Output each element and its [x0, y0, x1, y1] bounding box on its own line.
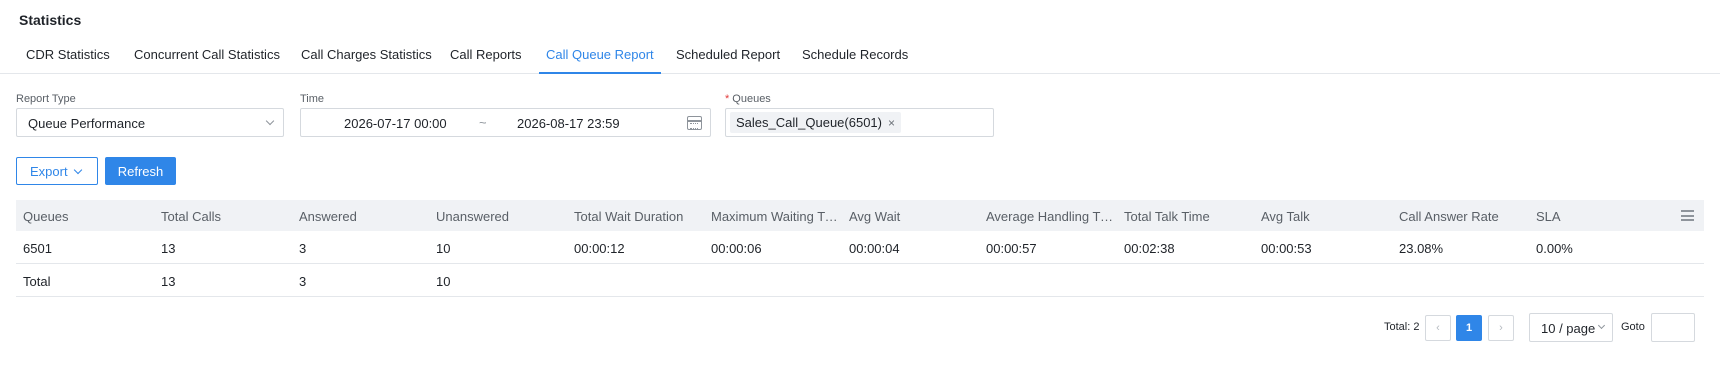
table-cell: 00:00:12 — [574, 241, 625, 256]
queue-tag: Sales_Call_Queue(6501) × — [730, 112, 901, 133]
queues-label-text: Queues — [732, 93, 771, 105]
table-cell: 00:00:06 — [711, 241, 762, 256]
tab-call-reports[interactable]: Call Reports — [450, 47, 522, 74]
column-header-total-talk-time: Total Talk Time — [1124, 209, 1210, 224]
table-cell: 00:00:57 — [986, 241, 1037, 256]
queues-label: * Queues — [725, 93, 771, 105]
export-button[interactable]: Export — [16, 157, 98, 185]
column-header-average-handling-time: Average Handling Time — [986, 209, 1114, 224]
table-cell: 0.00% — [1536, 241, 1573, 256]
page-number-1[interactable]: 1 — [1456, 315, 1482, 341]
time-range-separator: ~ — [479, 115, 487, 130]
table-cell: 00:00:53 — [1261, 241, 1312, 256]
tab-schedule-records[interactable]: Schedule Records — [802, 47, 908, 74]
column-header-answered: Answered — [299, 209, 357, 224]
table-cell: 10 — [436, 241, 451, 256]
goto-label: Goto — [1621, 321, 1645, 333]
table-cell: 00:00:04 — [849, 241, 900, 256]
export-button-label: Export — [30, 164, 68, 179]
table-cell: 00:02:38 — [1124, 241, 1175, 256]
table-cell: Total — [23, 274, 51, 289]
chevron-right-icon[interactable]: › — [1488, 315, 1514, 341]
column-settings-icon[interactable] — [1681, 210, 1694, 221]
required-mark: * — [725, 93, 730, 105]
report-type-label: Report Type — [16, 93, 76, 105]
calendar-icon[interactable] — [687, 116, 702, 130]
tab-call-charges-statistics[interactable]: Call Charges Statistics — [301, 47, 432, 74]
report-type-select[interactable]: Queue Performance — [16, 108, 284, 137]
tab-cdr-statistics[interactable]: CDR Statistics — [26, 47, 110, 74]
chevron-left-icon[interactable]: ‹ — [1425, 315, 1451, 341]
report-type-value: Queue Performance — [28, 116, 146, 131]
goto-input[interactable] — [1651, 313, 1695, 342]
chevron-down-icon — [1597, 321, 1606, 330]
chevron-down-icon — [265, 116, 275, 126]
column-header-queues: Queues — [23, 209, 69, 224]
table-header: Queues Total Calls Answered Unanswered T… — [16, 200, 1704, 231]
column-header-avg-talk: Avg Talk — [1261, 209, 1310, 224]
table-cell: 13 — [161, 241, 176, 256]
time-label: Time — [300, 93, 325, 105]
time-range-start[interactable]: 2026-07-17 00:00 — [344, 116, 447, 131]
tab-bar: CDR Statistics Concurrent Call Statistic… — [0, 40, 1720, 74]
tab-call-queue-report[interactable]: Call Queue Report — [539, 47, 661, 74]
column-header-avg-wait: Avg Wait — [849, 209, 901, 224]
page-size-value: 10 / page — [1541, 321, 1596, 336]
column-header-maximum-waiting-time: Maximum Waiting Time — [711, 209, 839, 224]
close-icon[interactable]: × — [888, 116, 895, 130]
table-row: 6501 13 3 10 00:00:12 00:00:06 00:00:04 … — [16, 231, 1704, 264]
table-cell: 3 — [299, 241, 307, 256]
column-header-total-wait-duration: Total Wait Duration — [574, 209, 684, 224]
queue-report-table: Queues Total Calls Answered Unanswered T… — [16, 200, 1704, 297]
queue-tag-label: Sales_Call_Queue(6501) — [736, 115, 882, 130]
page-size-select[interactable]: 10 / page — [1529, 313, 1613, 342]
table-cell: 3 — [299, 274, 307, 289]
chevron-down-icon — [73, 165, 83, 175]
column-header-unanswered: Unanswered — [436, 209, 509, 224]
tab-concurrent-call-statistics[interactable]: Concurrent Call Statistics — [134, 47, 280, 74]
pagination-total: Total: 2 — [1384, 321, 1420, 333]
queues-select[interactable]: Sales_Call_Queue(6501) × — [725, 108, 994, 137]
table-cell: 13 — [161, 274, 176, 289]
time-range-end[interactable]: 2026-08-17 23:59 — [517, 116, 620, 131]
table-cell: 23.08% — [1399, 241, 1444, 256]
refresh-button[interactable]: Refresh — [105, 157, 176, 185]
time-range-picker[interactable]: 2026-07-17 00:00 ~ 2026-08-17 23:59 — [300, 108, 711, 137]
page-title: Statistics — [19, 12, 82, 28]
column-header-sla: SLA — [1536, 209, 1561, 224]
table-cell: 6501 — [23, 241, 52, 256]
table-cell: 10 — [436, 274, 451, 289]
column-header-call-answer-rate: Call Answer Rate — [1399, 209, 1499, 224]
column-header-total-calls: Total Calls — [161, 209, 221, 224]
tab-scheduled-report[interactable]: Scheduled Report — [676, 47, 780, 74]
table-row-total: Total 13 3 10 — [16, 264, 1704, 297]
